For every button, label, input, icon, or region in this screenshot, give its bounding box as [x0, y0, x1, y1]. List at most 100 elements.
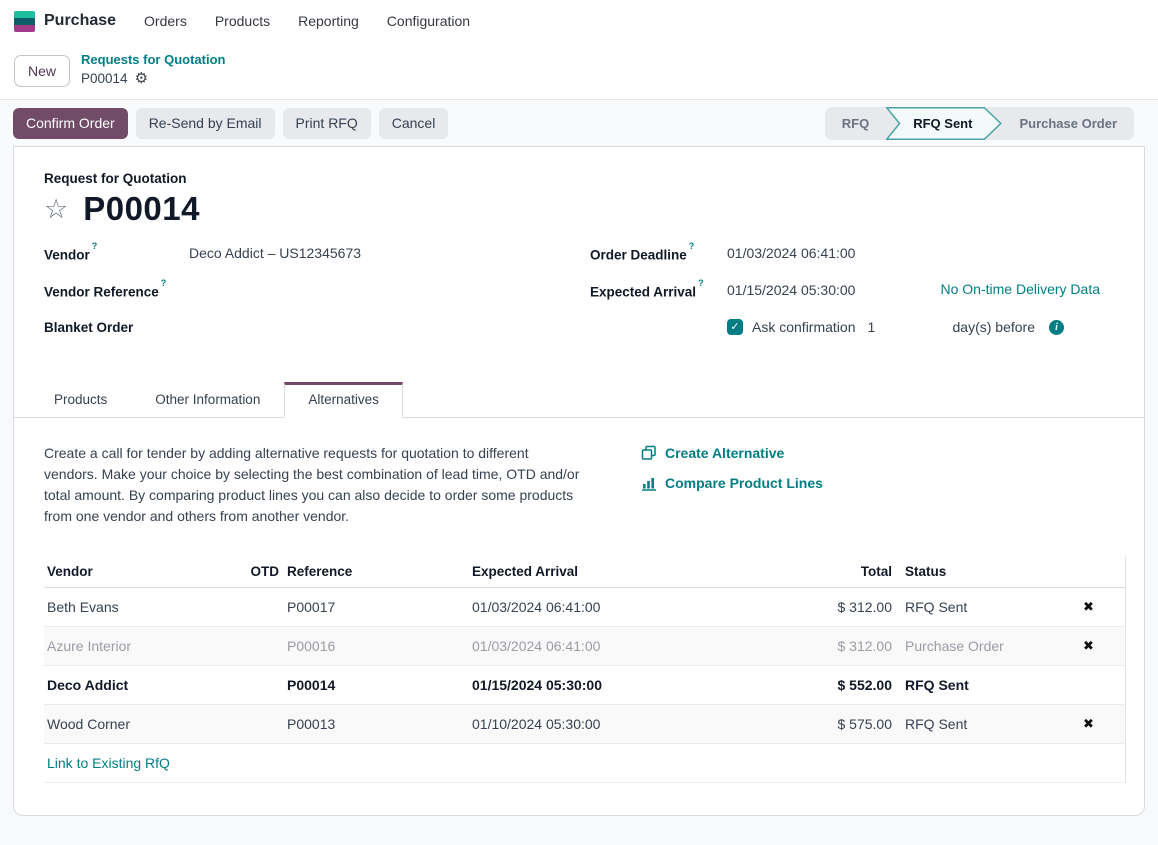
notebook-tab[interactable]: Other Information	[131, 382, 284, 418]
remove-row-icon[interactable]: ✖	[1052, 599, 1125, 615]
control-panel: Confirm Order Re-Send by Email Print RFQ…	[0, 100, 1158, 146]
order-deadline-label: Order Deadline	[590, 248, 687, 263]
check-icon: ✓	[730, 322, 739, 333]
gear-icon[interactable]: ⚙	[135, 69, 148, 89]
alternatives-description: Create a call for tender by adding alter…	[44, 443, 584, 527]
cancel-button[interactable]: Cancel	[379, 108, 449, 139]
order-deadline-value[interactable]: 01/03/2024 06:41:00	[727, 244, 855, 261]
doc-type-label: Request for Quotation	[32, 171, 1126, 186]
link-row: Link to Existing RfQ	[44, 744, 1125, 783]
expected-arrival-label: Expected Arrival	[590, 285, 696, 300]
vendor-reference-label: Vendor Reference	[44, 285, 159, 300]
cell-status: RFQ Sent	[892, 677, 1052, 693]
sheet-background: Request for Quotation ☆ P00014 Vendor? D…	[0, 146, 1158, 845]
form-fields: Vendor? Deco Addict – US12345673 Vendor …	[32, 244, 1126, 355]
confirmation-days-input[interactable]: 1	[867, 319, 875, 335]
blanket-order-label: Blanket Order	[44, 318, 189, 335]
cell-expected-arrival: 01/15/2024 05:30:00	[472, 677, 762, 693]
ask-confirmation-checkbox[interactable]: ✓	[727, 319, 743, 335]
remove-row-icon[interactable]: ✖	[1052, 638, 1125, 654]
cell-reference: P00016	[279, 638, 472, 654]
compare-product-lines-link[interactable]: Compare Product Lines	[641, 475, 823, 491]
col-header-expected-arrival[interactable]: Expected Arrival	[472, 564, 762, 579]
field-vendor: Vendor? Deco Addict – US12345673	[44, 244, 590, 281]
breadcrumb: Requests for Quotation P00014 ⚙	[81, 52, 225, 88]
field-vendor-reference: Vendor Reference?	[44, 281, 590, 318]
vendor-value[interactable]: Deco Addict – US12345673	[189, 244, 361, 261]
nav-menu-item[interactable]: Reporting	[298, 13, 359, 29]
resend-email-button[interactable]: Re-Send by Email	[136, 108, 275, 139]
on-time-delivery-link[interactable]: No On-time Delivery Data	[941, 281, 1101, 297]
statusbar: RFQ RFQ Sent Purchase Order	[825, 107, 1134, 140]
app-name: Purchase	[44, 12, 116, 30]
cell-vendor: Deco Addict	[44, 677, 242, 693]
cell-vendor: Beth Evans	[44, 599, 242, 615]
copy-icon	[641, 445, 657, 461]
help-icon: ?	[698, 278, 704, 288]
confirm-order-button[interactable]: Confirm Order	[13, 108, 128, 139]
cell-vendor: Azure Interior	[44, 638, 242, 654]
new-button[interactable]: New	[14, 55, 70, 87]
table-row[interactable]: Deco Addict P00014 01/15/2024 05:30:00 $…	[44, 666, 1125, 705]
cell-reference: P00013	[279, 716, 472, 732]
cell-total: $ 575.00	[762, 716, 892, 732]
cell-vendor: Wood Corner	[44, 716, 242, 732]
cell-total: $ 312.00	[762, 599, 892, 615]
ask-confirmation-label: Ask confirmation	[752, 319, 855, 335]
table-row[interactable]: Beth Evans P00017 01/03/2024 06:41:00 $ …	[44, 588, 1125, 627]
col-header-total[interactable]: Total	[762, 564, 892, 579]
help-icon: ?	[92, 241, 98, 251]
app-logo-icon	[14, 11, 35, 32]
col-header-otd[interactable]: OTD	[242, 564, 279, 579]
cell-expected-arrival: 01/03/2024 06:41:00	[472, 638, 762, 654]
cell-status: RFQ Sent	[892, 599, 1052, 615]
link-to-existing-rfq[interactable]: Link to Existing RfQ	[47, 755, 170, 771]
alternatives-tab-content: Create a call for tender by adding alter…	[32, 418, 1126, 783]
table-row[interactable]: Azure Interior P00016 01/03/2024 06:41:0…	[44, 627, 1125, 666]
form-sheet: Request for Quotation ☆ P00014 Vendor? D…	[13, 146, 1145, 816]
breadcrumb-parent-link[interactable]: Requests for Quotation	[81, 52, 225, 69]
notebook-tab[interactable]: Products	[30, 382, 131, 418]
top-navbar: Purchase Orders Products Reporting Configur…	[0, 0, 1158, 42]
notebook-tab[interactable]: Alternatives	[284, 382, 403, 418]
record-title: P00014	[83, 190, 200, 228]
table-body: Beth Evans P00017 01/03/2024 06:41:00 $ …	[44, 588, 1125, 744]
field-expected-arrival: Expected Arrival? 01/15/2024 05:30:00 No…	[590, 281, 1126, 318]
cell-reference: P00014	[279, 677, 472, 693]
action-buttons: Confirm Order Re-Send by Email Print RFQ…	[13, 108, 448, 139]
col-header-vendor[interactable]: Vendor	[44, 564, 242, 579]
col-header-reference[interactable]: Reference	[279, 564, 472, 579]
help-icon: ?	[161, 278, 167, 288]
cell-status: Purchase Order	[892, 638, 1052, 654]
table-header-row: Vendor OTD Reference Expected Arrival To…	[44, 556, 1125, 588]
nav-menus: Orders Products Reporting Configuration	[144, 13, 470, 29]
breadcrumb-current-label: P00014	[81, 70, 128, 88]
remove-row-icon[interactable]: ✖	[1052, 716, 1125, 732]
statusbar-step[interactable]: RFQ	[825, 107, 886, 140]
favorite-star-icon[interactable]: ☆	[44, 196, 68, 223]
cell-reference: P00017	[279, 599, 472, 615]
create-alternative-link[interactable]: Create Alternative	[641, 445, 823, 461]
table-row[interactable]: Wood Corner P00013 01/10/2024 05:30:00 $…	[44, 705, 1125, 744]
nav-menu-item[interactable]: Orders	[144, 13, 187, 29]
statusbar-step[interactable]: RFQ Sent	[886, 107, 1002, 140]
info-icon[interactable]: i	[1049, 320, 1064, 335]
field-ask-confirmation: ✓ Ask confirmation 1 day(s) before i	[590, 318, 1126, 355]
vendor-label: Vendor	[44, 248, 90, 263]
statusbar-step[interactable]: Purchase Order	[1002, 107, 1134, 140]
cell-expected-arrival: 01/10/2024 05:30:00	[472, 716, 762, 732]
cell-expected-arrival: 01/03/2024 06:41:00	[472, 599, 762, 615]
notebook-tabs: ProductsOther InformationAlternatives	[14, 381, 1144, 418]
col-header-status[interactable]: Status	[892, 564, 1052, 579]
bar-chart-icon	[641, 475, 657, 491]
alternatives-table: Vendor OTD Reference Expected Arrival To…	[32, 556, 1126, 783]
app-brand[interactable]: Purchase	[14, 11, 144, 32]
print-rfq-button[interactable]: Print RFQ	[283, 108, 371, 139]
expected-arrival-value[interactable]: 01/15/2024 05:30:00	[727, 281, 855, 298]
nav-menu-item[interactable]: Configuration	[387, 13, 470, 29]
nav-menu-item[interactable]: Products	[215, 13, 270, 29]
field-order-deadline: Order Deadline? 01/03/2024 06:41:00	[590, 244, 1126, 281]
days-before-label: day(s) before	[953, 319, 1035, 335]
breadcrumb-current: P00014 ⚙	[81, 69, 225, 89]
breadcrumb-bar: New Requests for Quotation P00014 ⚙	[0, 42, 1158, 100]
